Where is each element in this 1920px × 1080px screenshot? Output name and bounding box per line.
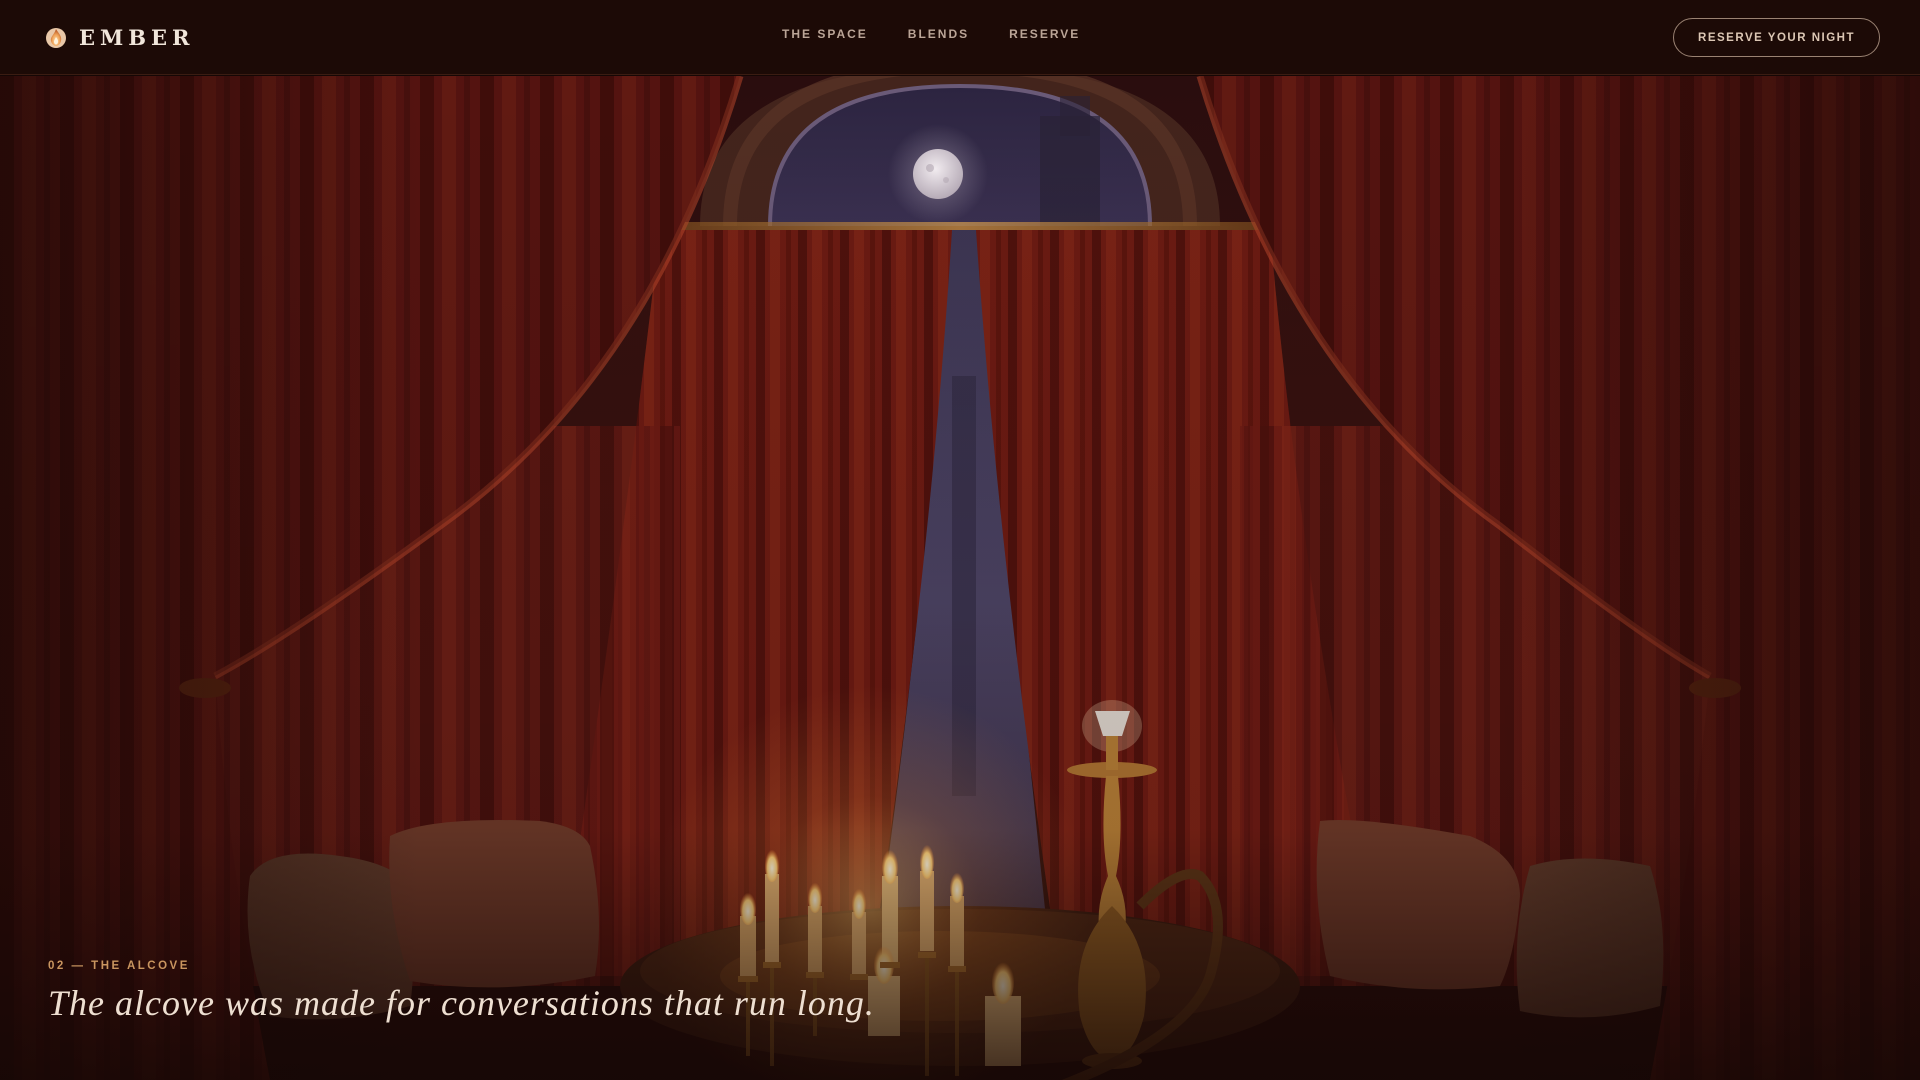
- brand-name: EMBER: [79, 24, 195, 50]
- hero-caption: 02 — THE ALCOVE The alcove was made for …: [48, 960, 875, 1024]
- reserve-your-night-button[interactable]: RESERVE YOUR NIGHT: [1673, 18, 1880, 57]
- top-nav-bar: EMBER THE SPACE BLENDS RESERVE RESERVE Y…: [0, 0, 1920, 75]
- nav-link-the-space[interactable]: THE SPACE: [782, 27, 868, 41]
- hero-section: 02 — THE ALCOVE The alcove was made for …: [0, 76, 1920, 1080]
- flame-icon: [46, 28, 66, 48]
- section-eyebrow: 02 — THE ALCOVE: [48, 960, 190, 972]
- nav-link-reserve[interactable]: RESERVE: [1009, 27, 1080, 41]
- main-nav: THE SPACE BLENDS RESERVE: [782, 27, 1080, 41]
- brand-logo-link[interactable]: EMBER: [45, 22, 194, 52]
- hero-headline: The alcove was made for conversations th…: [48, 983, 875, 1023]
- nav-link-blends[interactable]: BLENDS: [908, 27, 969, 41]
- hero-image-alcove: [0, 76, 1920, 1080]
